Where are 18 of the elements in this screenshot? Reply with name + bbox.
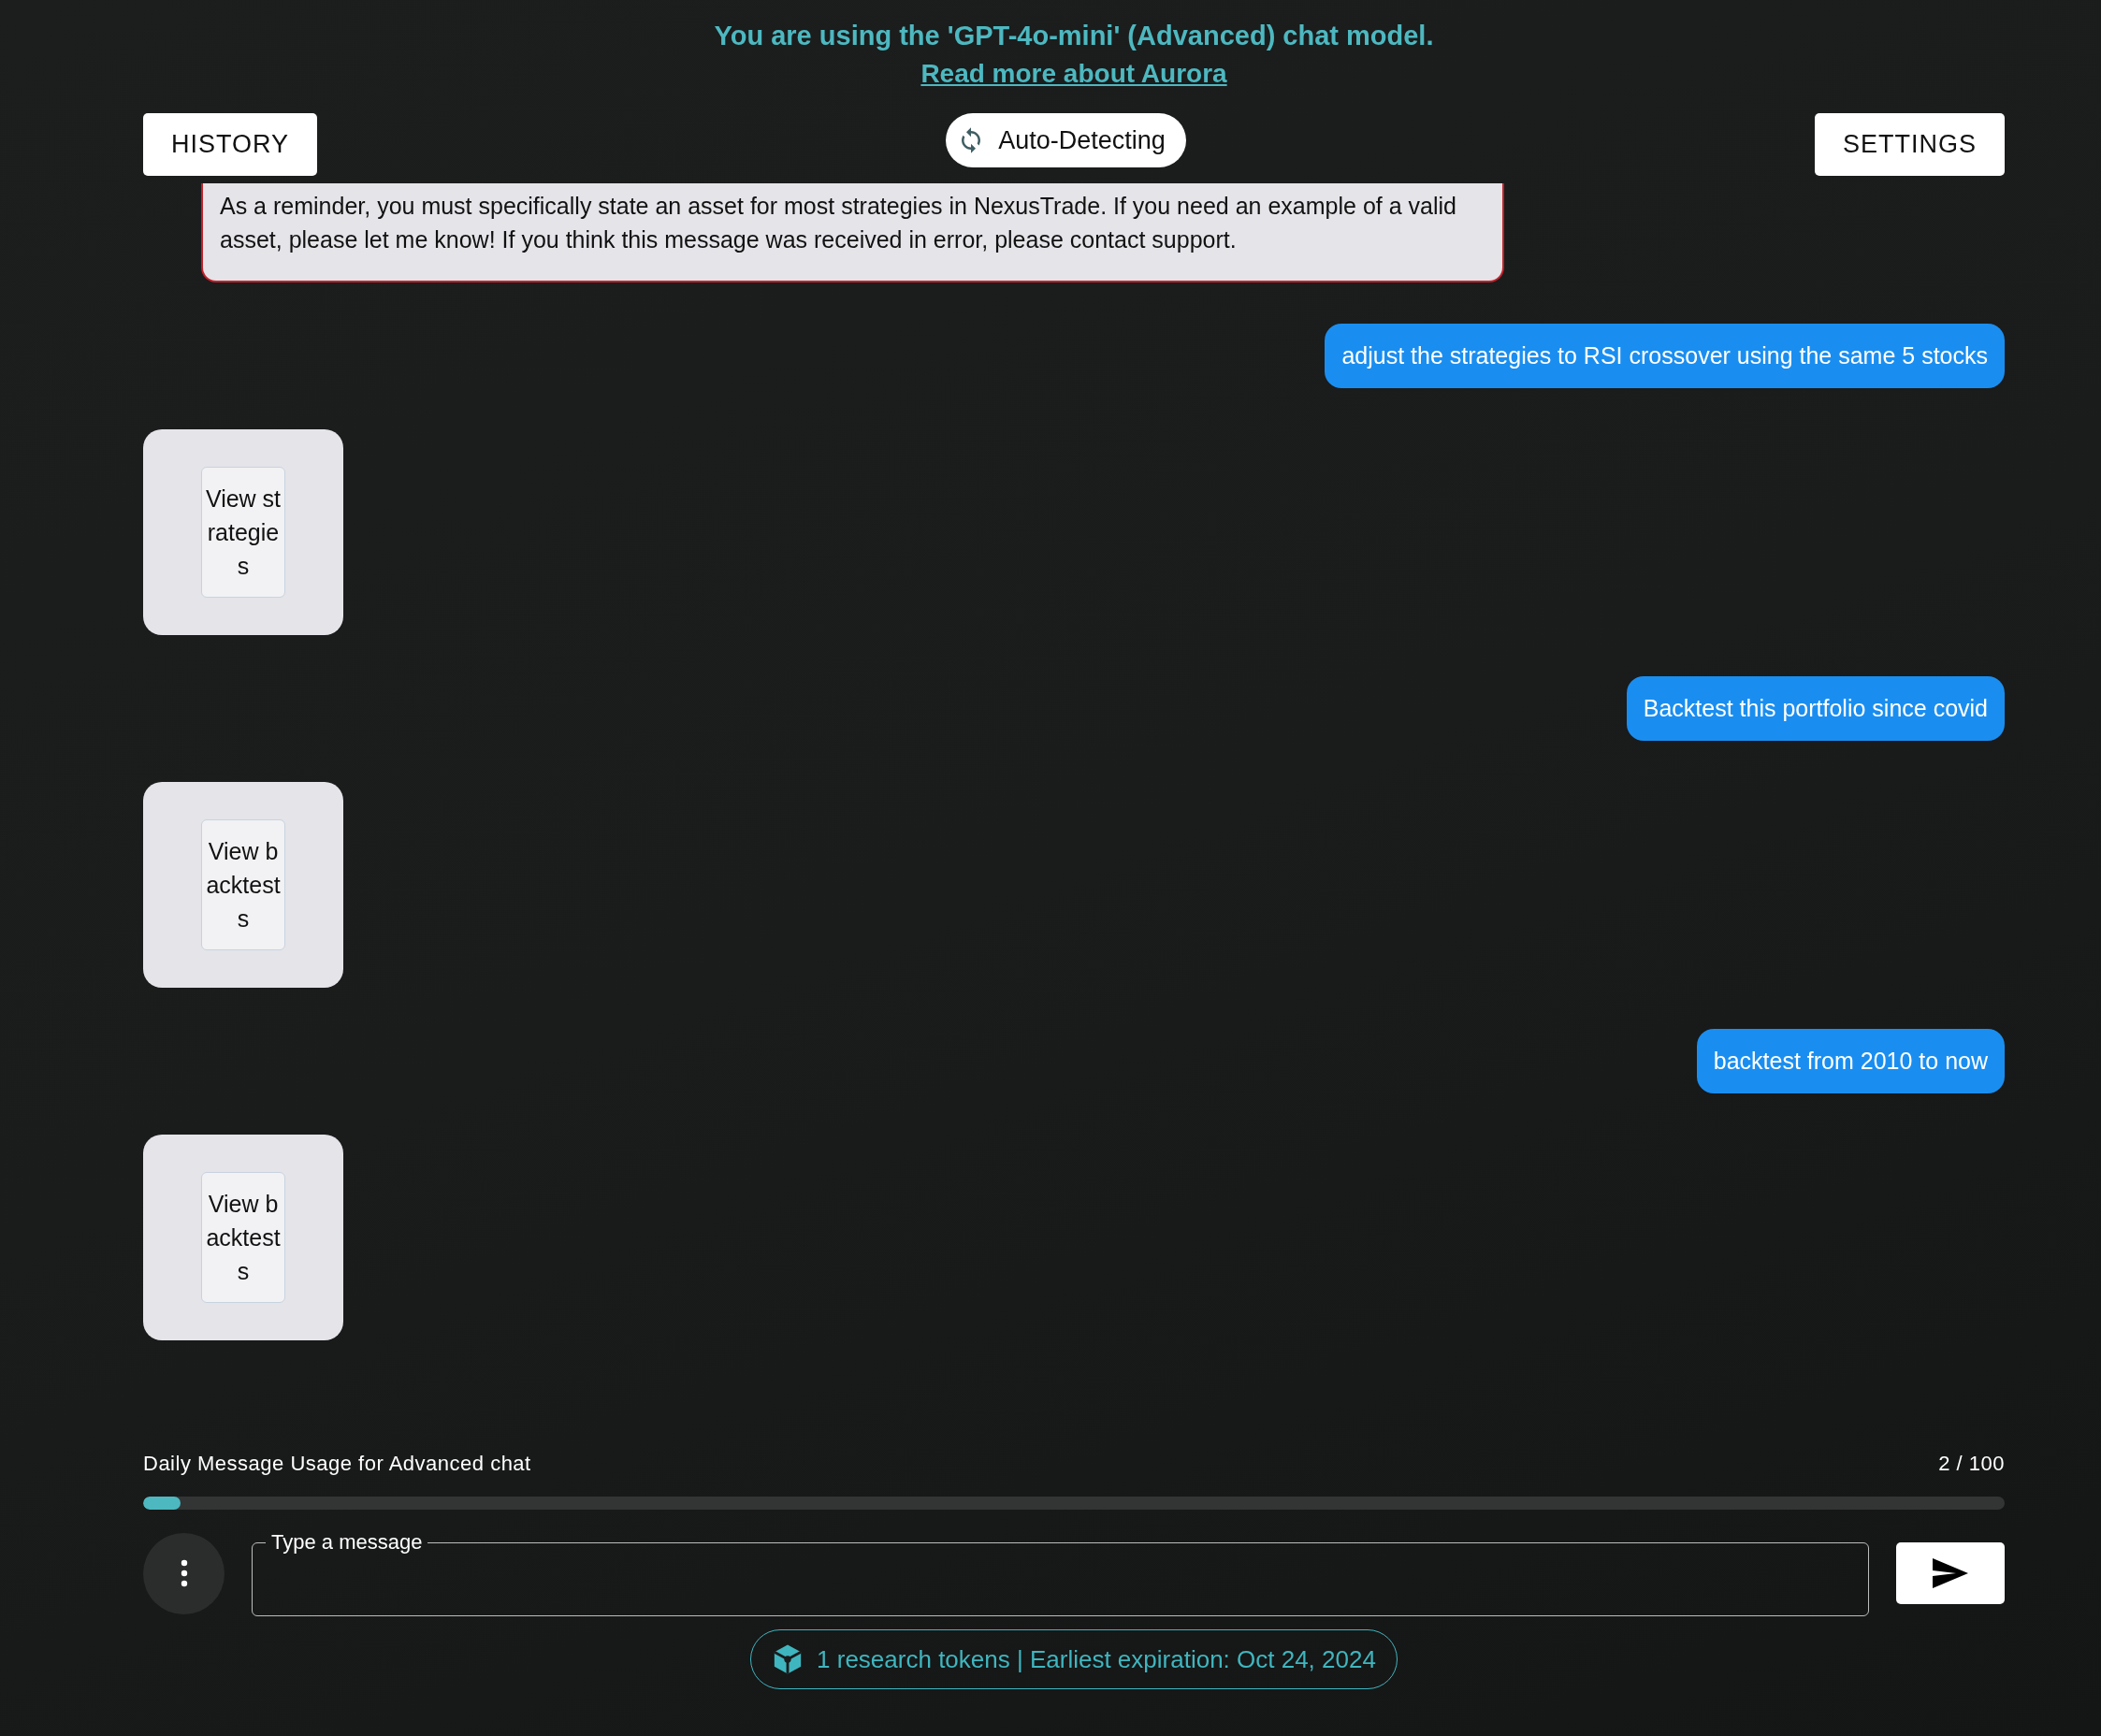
usage-count: 2 / 100 (1938, 1452, 2005, 1476)
send-icon (1932, 1557, 1969, 1589)
model-notice: You are using the 'GPT-4o-mini' (Advanced) chat model. (714, 21, 1434, 51)
user-message: backtest from 2010 to now (1696, 1029, 2005, 1093)
more-icon (180, 1559, 188, 1587)
user-message: adjust the strategies to RSI crossover using the same 5 stocks (1325, 324, 2005, 388)
mode-chip[interactable]: Auto-Detecting (946, 113, 1186, 167)
user-message: Backtest this portfolio since covid (1626, 676, 2005, 741)
history-button[interactable]: HISTORY (143, 113, 318, 176)
settings-button[interactable]: SETTINGS (1814, 113, 2005, 176)
view-button[interactable]: View strategies (201, 467, 285, 598)
error-message: As a reminder, you must specifically state an asset for most strategies in NexusTrade. If you need an example of a valid asset, please let me know! If you think this message was received in error, please contact support. (201, 183, 1504, 282)
view-button[interactable]: View backtests (201, 819, 285, 950)
cube-icon (772, 1643, 804, 1675)
send-button[interactable] (1896, 1542, 2005, 1604)
read-more-link[interactable]: Read more about Aurora (920, 59, 1227, 89)
usage-label: Daily Message Usage for Advanced chat (143, 1452, 531, 1476)
view-button[interactable]: View backtests (201, 1172, 285, 1303)
